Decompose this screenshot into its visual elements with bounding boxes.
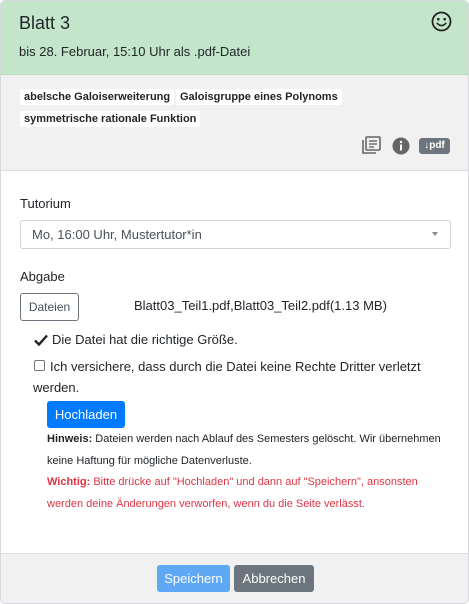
book-icon[interactable]: [362, 136, 382, 155]
pdf-download-button[interactable]: ↓pdf: [419, 138, 450, 154]
assignment-card: Blatt 3 bis 28. Februar, 15:10 Uhr als .…: [0, 0, 469, 604]
tag-chip: symmetrische rationale Funktion: [20, 111, 201, 127]
warning-label: Wichtig:: [47, 476, 91, 488]
cancel-button[interactable]: Abbrechen: [234, 565, 314, 592]
confirm-label: Ich versichere, dass durch die Datei kei…: [33, 359, 421, 395]
tag-chip: Galoisgruppe eines Polynoms: [176, 89, 342, 105]
tutorium-label: Tutorium: [20, 196, 71, 211]
card-header: [1, 1, 468, 75]
info-icon[interactable]: [392, 137, 410, 155]
hint-body: Dateien werden nach Ablauf des Semesters…: [47, 433, 441, 467]
tutorium-select[interactable]: Mo, 16:00 Uhr, Mustertutor*in: [20, 220, 451, 249]
page-title: Blatt 3: [19, 13, 71, 33]
hint-text: Hinweis: Dateien werden nach Ablauf des …: [47, 429, 447, 472]
deadline-text: bis 28. Februar, 15:10 Uhr als .pdf-Date…: [19, 44, 251, 59]
hint-label: Hinweis:: [47, 433, 93, 445]
abgabe-label: Abgabe: [20, 269, 65, 284]
file-names: Blatt03_Teil1.pdf,Blatt03_Teil2.pdf(1.13…: [134, 298, 387, 313]
save-button[interactable]: Speichern: [157, 565, 230, 592]
checkmark-icon: [34, 334, 48, 346]
files-button[interactable]: Dateien: [20, 293, 79, 321]
tag-chip: abelsche Galoiserweiterung: [20, 89, 175, 105]
warning-text: Wichtig: Bitte drücke auf "Hochladen" un…: [47, 472, 447, 515]
confirm-checkbox[interactable]: [34, 360, 45, 371]
size-ok-message: Die Datei hat die richtige Größe.: [52, 332, 238, 347]
chevron-down-icon: [432, 232, 438, 236]
warning-body: Bitte drücke auf "Hochladen" und dann au…: [47, 476, 418, 510]
upload-button[interactable]: Hochladen: [47, 401, 125, 428]
smiley-icon: [431, 11, 452, 32]
